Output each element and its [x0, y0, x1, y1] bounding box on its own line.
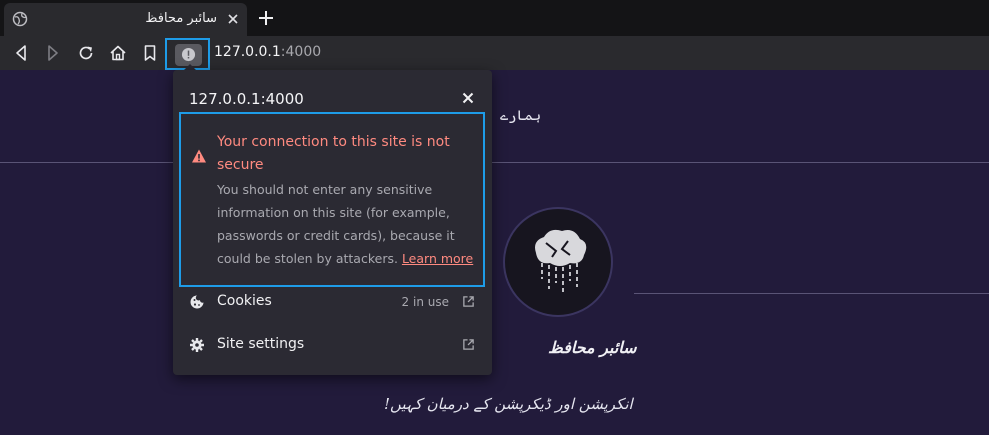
page-divider	[0, 162, 989, 163]
cookies-count: 2 in use	[401, 295, 449, 309]
tab-title: سائبر محافظ	[145, 11, 217, 26]
cookie-icon	[190, 295, 204, 309]
page-header-text: ہمارے	[500, 108, 542, 124]
connection-warning: Your connection to this site is not secu…	[179, 112, 485, 287]
site-settings-row[interactable]: Site settings	[173, 328, 492, 362]
back-icon[interactable]	[11, 43, 31, 63]
tagline: انکرپشن اور ڈیکرپشن کے درمیان کہیں!	[384, 395, 633, 413]
learn-more-link[interactable]: Learn more	[402, 251, 473, 266]
close-icon[interactable]	[460, 90, 476, 106]
nav-toolbar: 127.0.0.1:4000	[0, 36, 989, 70]
web-page: ہمارے سائبر محافظ انکرپشن اور ڈیکرپشن کے…	[0, 70, 989, 435]
warning-body: You should not enter any sensitive infor…	[217, 178, 479, 270]
site-settings-label: Site settings	[217, 336, 305, 352]
external-link-icon	[463, 339, 474, 350]
url-port: :4000	[280, 44, 322, 60]
browser-tab[interactable]: سائبر محافظ	[4, 3, 247, 36]
url-field[interactable]: 127.0.0.1:4000	[214, 44, 321, 60]
home-icon[interactable]	[108, 43, 128, 63]
new-tab-icon[interactable]	[256, 8, 276, 28]
reload-icon[interactable]	[76, 43, 96, 63]
warning-icon	[192, 149, 206, 163]
bookmark-icon[interactable]	[140, 43, 160, 63]
cookies-row[interactable]: Cookies 2 in use	[173, 285, 492, 319]
external-link-icon	[463, 296, 474, 307]
author-name: سائبر محافظ	[548, 338, 637, 357]
gear-icon	[190, 338, 204, 352]
avatar	[503, 207, 613, 317]
forward-icon[interactable]	[43, 43, 63, 63]
url-host: 127.0.0.1	[214, 44, 281, 60]
cookies-label: Cookies	[217, 293, 272, 309]
info-icon	[181, 47, 196, 62]
hacker-logo-icon	[535, 229, 587, 295]
site-info-popup: 127.0.0.1:4000 Your connection to this s…	[173, 70, 492, 375]
globe-icon	[12, 11, 28, 27]
tab-strip: سائبر محافظ	[0, 0, 989, 36]
warning-title: Your connection to this site is not secu…	[217, 134, 450, 173]
popup-host: 127.0.0.1:4000	[189, 90, 304, 108]
section-divider	[634, 293, 989, 294]
close-tab-icon[interactable]	[225, 11, 241, 27]
